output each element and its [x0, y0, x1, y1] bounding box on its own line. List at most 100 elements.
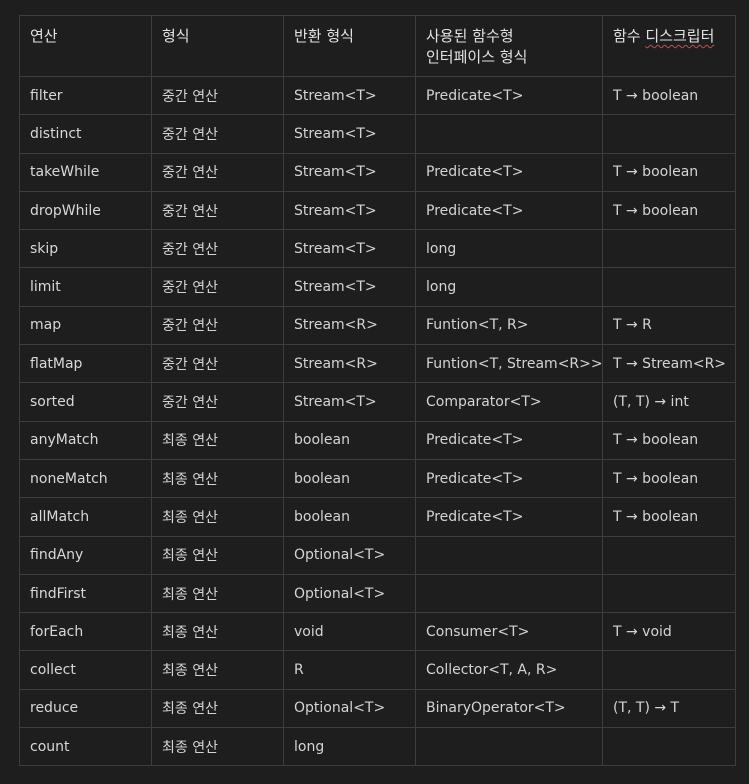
table-row: filter 중간 연산 Stream<T> Predicate<T> T → bool…	[19, 75, 736, 116]
cell-operation: distinct	[19, 114, 152, 154]
cell-functional-interface	[415, 727, 603, 767]
cell-return-type: boolean	[283, 497, 416, 537]
cell-operation: dropWhile	[19, 190, 152, 231]
table-row: allMatch 최종 연산 boolean Predicate<T> T → bool…	[19, 497, 736, 537]
cell-functional-interface: long	[415, 267, 603, 307]
cell-return-type: Stream<T>	[283, 190, 416, 231]
cell-kind: 중간 연산	[151, 152, 284, 192]
cell-return-type: Stream<R>	[283, 344, 416, 384]
cell-kind: 중간 연산	[151, 229, 284, 269]
cell-return-type: Stream<T>	[283, 267, 416, 307]
table-row: dropWhile 중간 연산 Stream<T> Predicate<T> T → b…	[19, 190, 736, 231]
cell-operation: skip	[19, 229, 152, 269]
cell-kind: 중간 연산	[151, 344, 284, 384]
header-functional-interface-line1: 사용된 함수형	[426, 27, 514, 45]
cell-kind: 최종 연산	[151, 650, 284, 690]
header-functional-interface: 사용된 함수형 인터페이스 형식	[415, 15, 603, 77]
cell-functional-interface: BinaryOperator<T>	[415, 688, 603, 729]
cell-functional-interface: Funtion<T, Stream<R>>	[415, 344, 603, 384]
table-row: flatMap 중간 연산 Stream<R> Funtion<T, Stream<R…	[19, 344, 736, 384]
cell-function-descriptor	[602, 535, 736, 575]
cell-return-type: long	[283, 727, 416, 767]
cell-kind: 최종 연산	[151, 420, 284, 460]
cell-functional-interface: Predicate<T>	[415, 190, 603, 231]
cell-return-type: Stream<T>	[283, 152, 416, 192]
cell-functional-interface: long	[415, 229, 603, 269]
cell-functional-interface: Predicate<T>	[415, 152, 603, 192]
table-row: map 중간 연산 Stream<R> Funtion<T, R> T → R	[19, 305, 736, 346]
cell-operation: reduce	[19, 688, 152, 729]
table-row: anyMatch 최종 연산 boolean Predicate<T> T → bool…	[19, 420, 736, 460]
cell-return-type: Stream<T>	[283, 114, 416, 154]
cell-kind: 중간 연산	[151, 114, 284, 154]
table-row: distinct 중간 연산 Stream<T>	[19, 114, 736, 154]
header-operation: 연산	[19, 15, 152, 77]
cell-operation: forEach	[19, 612, 152, 652]
cell-operation: noneMatch	[19, 458, 152, 499]
cell-return-type: Stream<T>	[283, 229, 416, 269]
cell-operation: collect	[19, 650, 152, 690]
cell-function-descriptor: T → Stream<R>	[602, 344, 736, 384]
header-descriptor-word: 디스크립터	[645, 27, 715, 45]
table-row: count 최종 연산 long	[19, 727, 736, 767]
cell-operation: anyMatch	[19, 420, 152, 460]
table-row: sorted 중간 연산 Stream<T> Comparator<T> (T, T) …	[19, 382, 736, 422]
cell-return-type: boolean	[283, 458, 416, 499]
cell-operation: map	[19, 305, 152, 346]
cell-function-descriptor: T → boolean	[602, 458, 736, 499]
cell-function-descriptor: T → R	[602, 305, 736, 346]
cell-kind: 최종 연산	[151, 612, 284, 652]
table-row: collect 최종 연산 R Collector<T, A, R>	[19, 650, 736, 690]
cell-function-descriptor	[602, 650, 736, 690]
cell-return-type: Optional<T>	[283, 535, 416, 575]
cell-function-descriptor	[602, 727, 736, 767]
cell-operation: flatMap	[19, 344, 152, 384]
cell-operation: count	[19, 727, 152, 767]
cell-functional-interface: Consumer<T>	[415, 612, 603, 652]
cell-operation: findFirst	[19, 573, 152, 614]
cell-functional-interface	[415, 114, 603, 154]
cell-operation: sorted	[19, 382, 152, 422]
cell-functional-interface: Comparator<T>	[415, 382, 603, 422]
table-header-row: 연산 형식 반환 형식 사용된 함수형 인터페이스 형식 함수 디스크립터	[19, 15, 736, 77]
table-row: skip 중간 연산 Stream<T> long	[19, 229, 736, 269]
cell-return-type: void	[283, 612, 416, 652]
cell-function-descriptor	[602, 573, 736, 614]
cell-operation: allMatch	[19, 497, 152, 537]
cell-kind: 최종 연산	[151, 497, 284, 537]
cell-kind: 중간 연산	[151, 75, 284, 116]
cell-return-type: Optional<T>	[283, 573, 416, 614]
cell-kind: 최종 연산	[151, 727, 284, 767]
cell-functional-interface: Predicate<T>	[415, 497, 603, 537]
cell-return-type: R	[283, 650, 416, 690]
table-row: noneMatch 최종 연산 boolean Predicate<T> T → boo…	[19, 458, 736, 499]
table-row: takeWhile 중간 연산 Stream<T> Predicate<T> T → b…	[19, 152, 736, 192]
cell-operation: limit	[19, 267, 152, 307]
cell-function-descriptor: T → boolean	[602, 420, 736, 460]
stream-operations-table: 연산 형식 반환 형식 사용된 함수형 인터페이스 형식 함수 디스크립터 fi…	[19, 15, 736, 767]
cell-operation: filter	[19, 75, 152, 116]
header-kind: 형식	[151, 15, 284, 77]
header-function-descriptor: 함수 디스크립터	[602, 15, 736, 77]
cell-kind: 최종 연산	[151, 535, 284, 575]
table-row: findAny 최종 연산 Optional<T>	[19, 535, 736, 575]
cell-kind: 최종 연산	[151, 458, 284, 499]
cell-kind: 중간 연산	[151, 305, 284, 346]
table-body: filter 중간 연산 Stream<T> Predicate<T> T → bool…	[19, 75, 736, 767]
cell-function-descriptor: T → boolean	[602, 75, 736, 116]
cell-function-descriptor: (T, T) → T	[602, 688, 736, 729]
header-descriptor-prefix: 함수	[613, 27, 646, 45]
cell-function-descriptor	[602, 229, 736, 269]
cell-function-descriptor	[602, 267, 736, 307]
table-row: reduce 최종 연산 Optional<T> BinaryOperator<T>(…	[19, 688, 736, 729]
cell-operation: findAny	[19, 535, 152, 575]
cell-kind: 중간 연산	[151, 382, 284, 422]
cell-return-type: boolean	[283, 420, 416, 460]
cell-function-descriptor: T → boolean	[602, 152, 736, 192]
cell-function-descriptor	[602, 114, 736, 154]
cell-functional-interface	[415, 535, 603, 575]
cell-kind: 중간 연산	[151, 190, 284, 231]
cell-return-type: Optional<T>	[283, 688, 416, 729]
cell-return-type: Stream<T>	[283, 75, 416, 116]
cell-function-descriptor: T → boolean	[602, 497, 736, 537]
